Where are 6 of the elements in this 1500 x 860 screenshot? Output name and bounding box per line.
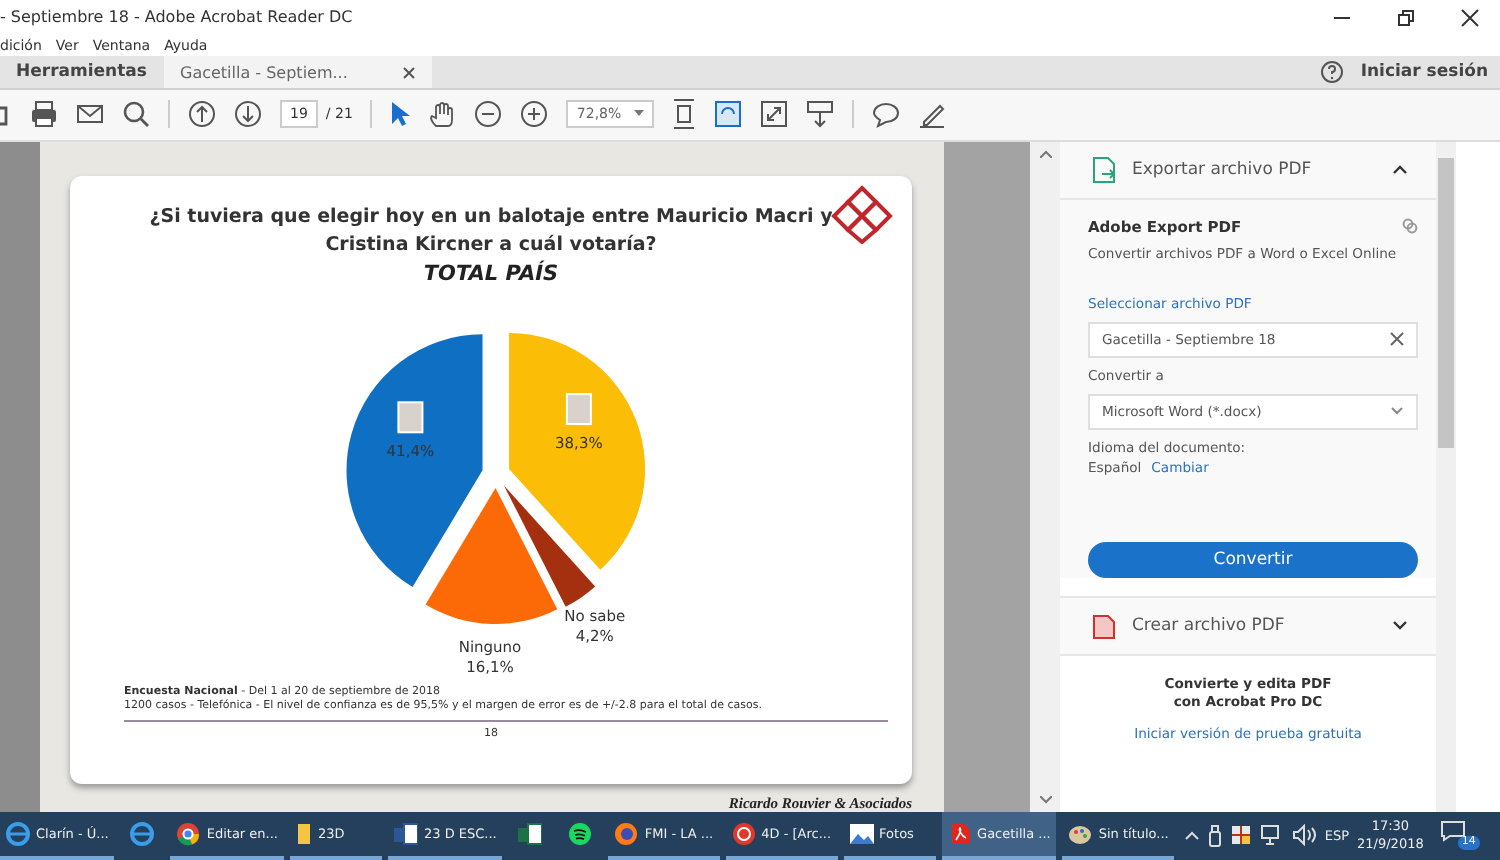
sign-in-link[interactable]: Iniciar sesión	[1360, 62, 1488, 83]
tab[interactable]: Gacetilla - Septiem...	[164, 56, 432, 89]
chart-subtitle: TOTAL PAÍS	[423, 261, 559, 286]
convert-button[interactable]: Convertir	[1088, 541, 1418, 578]
window-title: - Septiembre 18 - Adobe Acrobat Reader DC	[0, 8, 353, 27]
chart-title: ¿Si tuviera que elegir hoy en un balotaje entre Mauricio Macri y Cristina Kircner a cuál votaría?	[149, 203, 833, 260]
